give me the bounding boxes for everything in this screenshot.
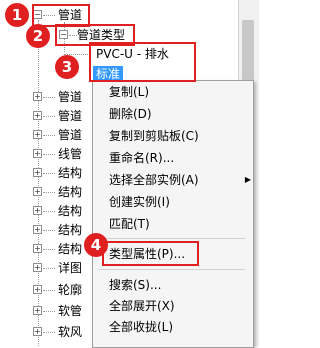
expand-icon[interactable]: +: [33, 244, 42, 253]
expand-icon[interactable]: +: [33, 306, 42, 315]
tree-node[interactable]: 结构: [58, 184, 82, 200]
tree-node[interactable]: 详图: [58, 260, 82, 276]
tree-node[interactable]: 结构: [58, 165, 82, 181]
menu-separator: [99, 238, 245, 239]
expand-icon[interactable]: +: [33, 263, 42, 272]
menu-item-copy-to-clipboard[interactable]: 复制到剪贴板(C): [109, 127, 199, 145]
menu-item-select-all-instances[interactable]: 选择全部实例(A) ▶: [109, 171, 251, 189]
expand-icon[interactable]: +: [33, 327, 42, 336]
tree-connector: [43, 116, 55, 117]
tree-node[interactable]: 管道: [58, 89, 82, 105]
tree-node[interactable]: 结构: [58, 203, 82, 219]
menu-item-match[interactable]: 匹配(T): [109, 215, 150, 233]
annotation-box-3: [89, 42, 196, 82]
expand-icon[interactable]: +: [33, 130, 42, 139]
menu-separator: [99, 269, 245, 270]
tree-connector: [43, 192, 55, 193]
expand-icon[interactable]: +: [33, 149, 42, 158]
tree-node[interactable]: 软管: [58, 303, 82, 319]
annotation-badge-4: 4: [84, 233, 108, 257]
tree-connector: [43, 311, 55, 312]
tree-connector: [43, 135, 55, 136]
menu-item-create-instance[interactable]: 创建实例(I): [109, 193, 170, 211]
tree-connector: [43, 332, 55, 333]
submenu-arrow-icon: ▶: [244, 175, 251, 184]
menu-item-rename[interactable]: 重命名(R)...: [109, 149, 174, 167]
expand-icon[interactable]: +: [33, 111, 42, 120]
tree-node[interactable]: 管道: [58, 127, 82, 143]
tree-node[interactable]: 管道: [58, 108, 82, 124]
tree-connector: [43, 154, 55, 155]
tree-connector: [43, 290, 55, 291]
menu-item-collapse-all[interactable]: 全部收拢(L): [109, 318, 173, 336]
annotation-box-4: [102, 241, 199, 266]
expand-icon[interactable]: +: [33, 168, 42, 177]
tree-connector: [38, 20, 39, 346]
context-menu: 复制(L) 删除(D) 复制到剪贴板(C) 重命名(R)... 选择全部实例(A…: [92, 80, 254, 348]
annotation-badge-2: 2: [26, 24, 50, 48]
menu-item-search[interactable]: 搜索(S)...: [109, 276, 161, 294]
expand-icon[interactable]: +: [33, 92, 42, 101]
tree-node[interactable]: 软风: [58, 324, 82, 340]
tree-node[interactable]: 结构: [58, 222, 82, 238]
tree-connector: [43, 211, 55, 212]
tree-connector: [43, 249, 55, 250]
annotation-badge-3: 3: [55, 55, 79, 79]
menu-item-delete[interactable]: 删除(D): [109, 105, 152, 123]
tree-node[interactable]: 结构: [58, 241, 82, 257]
menu-item-label: 选择全部实例(A): [109, 173, 199, 187]
expand-icon[interactable]: +: [33, 206, 42, 215]
expand-icon[interactable]: +: [33, 285, 42, 294]
tree-connector: [43, 97, 55, 98]
tree-node[interactable]: 线管: [58, 146, 82, 162]
tree-connector: [43, 268, 55, 269]
expand-icon[interactable]: +: [33, 225, 42, 234]
menu-item-expand-all[interactable]: 全部展开(X): [109, 297, 175, 315]
annotation-badge-1: 1: [5, 3, 29, 27]
tree-node[interactable]: 轮廓: [58, 282, 82, 298]
menu-item-copy[interactable]: 复制(L): [109, 83, 149, 101]
tree-connector: [43, 173, 55, 174]
expand-icon[interactable]: +: [33, 187, 42, 196]
tree-connector: [43, 230, 55, 231]
